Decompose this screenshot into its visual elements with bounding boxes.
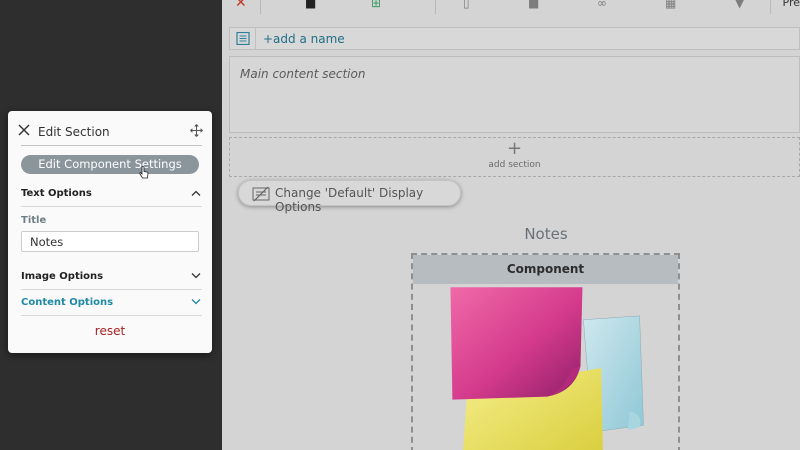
notes-title: Notes [524, 225, 568, 243]
add-section-label: add section [488, 160, 541, 170]
title-field-label: Title [21, 215, 47, 226]
chevron-up-icon[interactable] [191, 190, 201, 196]
reset-link[interactable]: reset [8, 324, 212, 338]
component-header: Component [413, 255, 678, 284]
document-icon[interactable]: ▯ [463, 0, 470, 10]
display-options-icon [252, 186, 270, 202]
panel-title: Edit Section [38, 125, 110, 139]
toolbar-divider [260, 0, 261, 14]
editor-canvas: ✕ ■ ⊞ ▯ ■ ∞ ▦ ▼ Pre +add a name Main con… [222, 0, 800, 450]
chevron-down-icon[interactable] [191, 273, 201, 279]
toolbar: ✕ ■ ⊞ ▯ ■ ∞ ▦ ▼ Pre [222, 0, 800, 14]
link-icon[interactable]: ∞ [597, 0, 607, 10]
content-options-label: Content Options [21, 297, 114, 308]
pointer-cursor-icon [139, 166, 149, 179]
chevron-down-icon[interactable] [191, 299, 201, 305]
toolbar-divider [435, 0, 436, 14]
location-icon[interactable]: ▼ [735, 0, 744, 10]
title-input[interactable]: Notes [21, 231, 199, 252]
name-row: +add a name [229, 27, 800, 50]
grid-icon[interactable]: ▦ [665, 0, 676, 10]
sticky-notes-image [450, 287, 644, 450]
edit-component-settings-button[interactable]: Edit Component Settings [21, 155, 199, 174]
document-icon[interactable] [230, 28, 256, 49]
edit-section-panel: Edit Section Edit Component Settings Tex… [8, 111, 212, 353]
camera-icon[interactable]: ■ [528, 0, 539, 10]
content-options-section[interactable]: Content Options [21, 290, 202, 316]
toolbar-divider [770, 0, 771, 14]
lock-icon[interactable]: ■ [305, 0, 316, 10]
preview-button[interactable]: Pre [783, 0, 800, 9]
move-icon[interactable] [190, 124, 203, 137]
add-section-button[interactable]: + add section [229, 137, 800, 177]
add-icon[interactable]: ⊞ [371, 0, 381, 10]
change-display-options-button[interactable]: Change 'Default' Display Options [238, 180, 461, 214]
text-options-label: Text Options [21, 188, 92, 199]
panel-divider [21, 145, 202, 146]
main-content-section[interactable]: Main content section [229, 56, 800, 133]
notes-component[interactable]: Component [411, 253, 680, 450]
close-icon[interactable]: ✕ [235, 0, 247, 10]
plus-icon: + [506, 138, 523, 159]
main-content-placeholder: Main content section [240, 67, 366, 81]
image-options-label: Image Options [21, 271, 104, 282]
close-icon[interactable] [18, 124, 30, 136]
add-name-link[interactable]: +add a name [263, 32, 345, 46]
image-options-section[interactable]: Image Options [21, 264, 202, 290]
display-options-label: Change 'Default' Display Options [275, 186, 424, 214]
text-options-section[interactable]: Text Options [21, 181, 202, 207]
